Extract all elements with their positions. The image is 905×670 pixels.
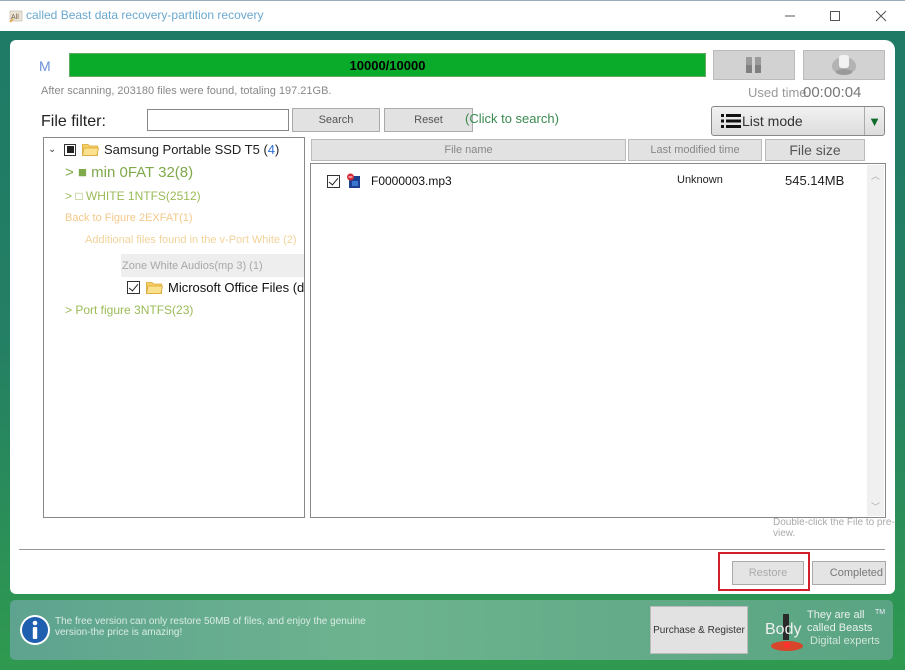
tree-item[interactable]: Additional files found in the v-Port Whi… [85,234,297,246]
file-list: File name Last modified time File size F… [310,137,886,518]
tree-root-item[interactable]: ⌄ Samsung Portable SSD T5 (4) [48,142,279,157]
file-row-checkbox[interactable] [327,174,340,188]
pause-button[interactable] [713,50,795,80]
minimize-button[interactable] [775,5,805,27]
scroll-down-icon[interactable]: ﹀ [867,498,884,514]
view-mode-label: List mode [742,113,803,129]
view-mode-dropdown[interactable]: List mode ▼ [711,106,885,136]
free-version-message: The free version can only restore 50MB o… [55,616,366,638]
preview-hint: Double-click the File to pre-view. [773,517,895,539]
brand-tagline-3: Digital experts [810,635,880,647]
pause-icon [746,57,761,73]
click-to-search-hint[interactable]: (Click to search) [465,111,559,126]
tree-item-checkbox[interactable] [127,281,140,294]
column-header-last-modified[interactable]: Last modified time [628,139,762,161]
brand-tagline-1: They are all [807,609,865,621]
file-filter-label: File filter: [41,113,106,130]
tree-item[interactable]: > ■ min 0FAT 32(8) [65,164,193,181]
tree-root-count: 4 [267,142,276,157]
divider [19,549,885,550]
column-header-file-size[interactable]: File size [765,139,865,161]
close-button[interactable] [866,5,896,27]
dropdown-arrow-icon[interactable]: ▼ [864,107,884,135]
main-panel: M 10000/10000 After scanning, 203180 fil… [10,40,895,594]
list-icon [721,114,741,128]
partition-tree: ⌄ Samsung Portable SSD T5 (4) > ■ min 0F… [43,137,305,518]
search-button[interactable]: Search [292,108,380,132]
file-name: F0000003.mp3 [371,174,452,188]
app-logo-icon: All [9,10,23,23]
tree-root-suffix: ) [275,142,280,157]
column-header-file-name[interactable]: File name [311,139,626,161]
stop-icon [832,55,856,75]
title-bar: All called Beast data recovery-partition… [0,0,905,31]
file-row[interactable]: F0000003.mp3 Unknown 545.14MB [327,172,867,190]
mp3-file-icon [347,173,360,188]
file-list-body: F0000003.mp3 Unknown 545.14MB ︿ ﹀ [310,163,886,518]
brand-tagline-2: called Beasts [807,622,873,634]
tree-item[interactable]: > □ WHITE 1NTFS(2512) [65,189,201,203]
maximize-button[interactable] [820,5,850,27]
scan-mode-letter: M [39,58,51,74]
file-size: 545.14MB [785,173,845,188]
vertical-scrollbar[interactable]: ︿ ﹀ [867,165,884,516]
app-window: All called Beast data recovery-partition… [0,0,905,670]
chevron-down-icon[interactable]: ⌄ [48,144,64,155]
used-time-value: 00:00:04 [803,84,862,101]
file-modified: Unknown [677,174,723,186]
purchase-register-button[interactable]: Purchase & Register [650,606,748,654]
tree-item-label: Microsoft Office Files (doc) [168,280,305,295]
stop-button[interactable] [803,50,885,80]
tree-root-label: Samsung Portable SSD T5 ( [104,142,268,157]
minimize-icon [785,15,795,17]
tree-root-checkbox[interactable] [64,143,76,156]
tree-item-microsoft-office[interactable]: Microsoft Office Files (doc) [127,280,305,295]
scan-progress-bar: 10000/10000 [69,53,706,77]
scroll-up-icon[interactable]: ︿ [867,167,884,183]
reset-button[interactable]: Reset [384,108,473,132]
scan-progress-text: 10000/10000 [349,57,426,73]
tree-item-selected[interactable]: Zone White Audios(mp 3) (1) [121,254,304,277]
window-title: called Beast data recovery-partition rec… [26,8,264,22]
info-icon [20,615,50,645]
folder-icon [146,282,163,294]
file-filter-input[interactable] [147,109,289,131]
used-time-label: Used time [748,85,807,100]
scan-summary: After scanning, 203180 files were found,… [41,85,332,97]
restore-button[interactable]: Restore [732,561,804,585]
trademark-mark: TM [875,609,886,616]
footer-banner: The free version can only restore 50MB o… [10,600,893,660]
tree-item[interactable]: > Port figure 3NTFS(23) [65,303,193,317]
brand-body-text: Body [765,621,802,638]
folder-icon [82,144,99,156]
tree-item[interactable]: Back to Figure 2EXFAT(1) [65,212,193,224]
maximize-icon [830,11,840,21]
close-icon [875,10,887,22]
completed-button[interactable]: Completed [812,561,886,585]
